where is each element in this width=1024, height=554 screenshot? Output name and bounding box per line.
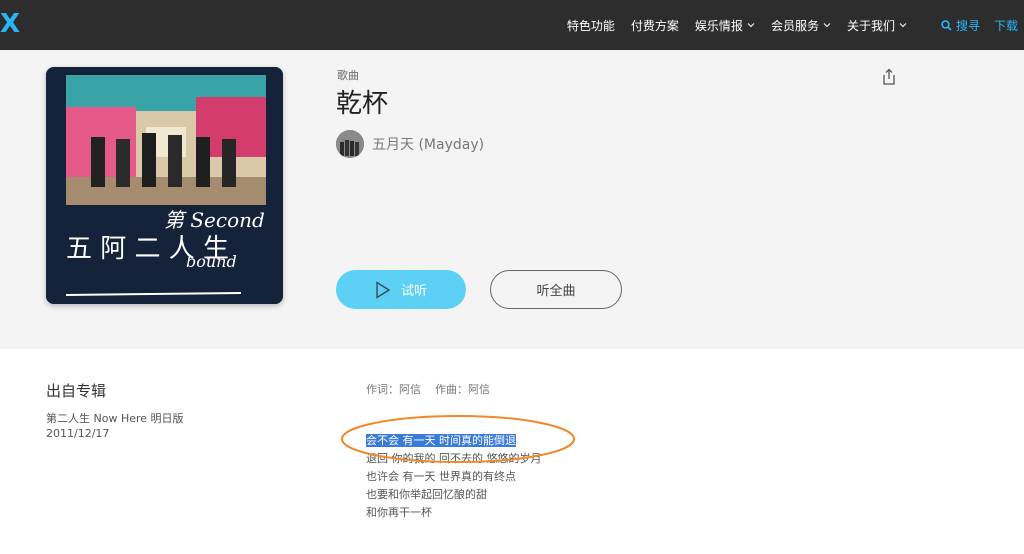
preview-label: 试听 bbox=[400, 284, 427, 299]
svg-text:bound: bound bbox=[186, 252, 237, 271]
nav-item-features[interactable]: 特色功能 bbox=[567, 17, 615, 34]
artist-link[interactable]: 五月天 (Mayday) bbox=[336, 130, 484, 158]
download-link[interactable]: 下载 bbox=[994, 17, 1018, 34]
share-icon[interactable] bbox=[881, 68, 897, 86]
album-section-heading: 出自专辑 bbox=[46, 382, 107, 400]
album-release-date: 2011/12/17 bbox=[46, 427, 110, 440]
search-icon bbox=[941, 19, 952, 31]
nav-item-label: 关于我们 bbox=[846, 18, 895, 33]
nav-item-label: 特色功能 bbox=[566, 18, 615, 33]
nav-item-pricing[interactable]: 付费方案 bbox=[631, 17, 679, 34]
lyric-line[interactable]: 和你再干一杯 bbox=[366, 504, 542, 522]
svg-text:第 Second: 第 Second bbox=[164, 208, 265, 232]
album-art-image: 第 Second 五 阿 二 人 生 bound bbox=[46, 67, 283, 304]
song-hero: 第 Second 五 阿 二 人 生 bound 歌曲 乾杯 五月天 (Mayd… bbox=[0, 50, 1024, 349]
top-navbar: X 特色功能 付费方案 娱乐情报 会员服务 关于我们 搜寻 下载 bbox=[0, 0, 1024, 50]
composer-credit: 作曲：阿信 bbox=[435, 383, 490, 396]
search-button[interactable]: 搜寻 bbox=[941, 17, 980, 34]
chevron-down-icon bbox=[823, 23, 831, 28]
album-name-link[interactable]: 第二人生 Now Here 明日版 bbox=[46, 410, 184, 426]
nav-item-label: 付费方案 bbox=[630, 18, 679, 33]
nav-item-about[interactable]: 关于我们 bbox=[847, 17, 907, 34]
nav-item-label: 会员服务 bbox=[770, 18, 819, 33]
nav-item-label: 娱乐情报 bbox=[694, 18, 743, 33]
preview-play-button[interactable]: 试听 bbox=[336, 270, 466, 309]
chevron-down-icon bbox=[899, 23, 907, 28]
chevron-down-icon bbox=[747, 23, 755, 28]
album-cover: 第 Second 五 阿 二 人 生 bound bbox=[46, 67, 283, 304]
avatar bbox=[336, 130, 364, 158]
artist-name: 五月天 (Mayday) bbox=[372, 137, 485, 153]
content-type-label: 歌曲 bbox=[337, 69, 359, 82]
nav-menu: 特色功能 付费方案 娱乐情报 会员服务 关于我们 搜寻 下载 bbox=[567, 0, 1024, 50]
lyrics-block: 会不会 有一天 时间真的能倒退 退回 你的我的 回不去的 悠悠的岁月 也许会 有… bbox=[366, 432, 542, 522]
song-credits: 作词：阿信 作曲：阿信 bbox=[366, 381, 490, 397]
listen-full-label: 听全曲 bbox=[536, 284, 576, 299]
listen-full-button[interactable]: 听全曲 bbox=[490, 270, 622, 309]
lyricist-credit: 作词：阿信 bbox=[366, 383, 421, 396]
search-label: 搜寻 bbox=[955, 18, 980, 33]
brand-logo[interactable]: X bbox=[0, 10, 22, 38]
nav-item-entertainment[interactable]: 娱乐情报 bbox=[695, 17, 755, 34]
lyric-line[interactable]: 会不会 有一天 时间真的能倒退 bbox=[366, 432, 542, 450]
lyric-line[interactable]: 也许会 有一天 世界真的有终点 bbox=[366, 468, 542, 486]
lyric-line[interactable]: 退回 你的我的 回不去的 悠悠的岁月 bbox=[366, 450, 542, 468]
song-title: 乾杯 bbox=[336, 89, 389, 119]
play-icon bbox=[376, 280, 391, 299]
nav-item-membership[interactable]: 会员服务 bbox=[771, 17, 831, 34]
lyric-line[interactable]: 也要和你举起回忆酿的甜 bbox=[366, 486, 542, 504]
selected-lyric-text: 会不会 有一天 时间真的能倒退 bbox=[366, 434, 516, 447]
